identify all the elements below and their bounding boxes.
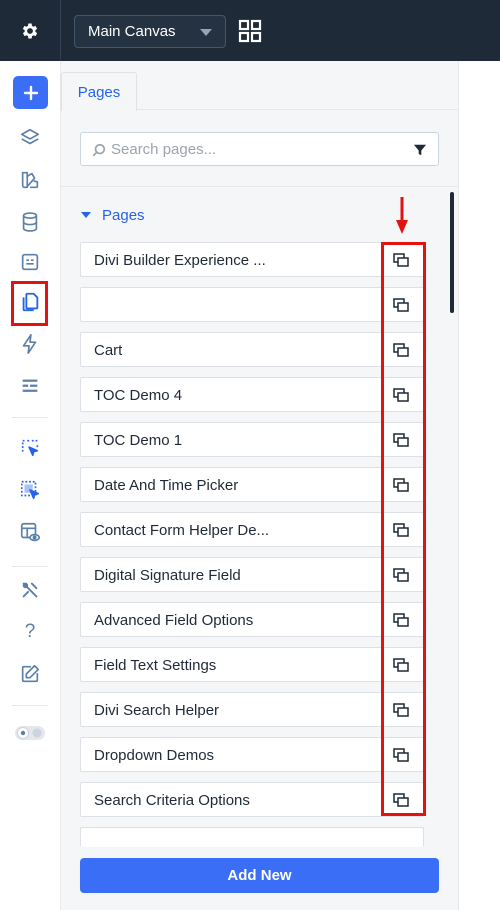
click-select-icon — [21, 439, 39, 457]
click-select-button[interactable] — [10, 431, 50, 465]
help-button[interactable]: ? — [10, 615, 50, 649]
form-button[interactable] — [10, 245, 50, 279]
canvas-select-label: Main Canvas — [88, 23, 176, 40]
tab-pages[interactable]: Pages — [61, 72, 137, 111]
page-row[interactable]: Advanced Field Options — [80, 602, 424, 637]
page-row[interactable]: TOC Demo 4 — [80, 377, 424, 412]
rail-divider — [12, 417, 48, 418]
preview-icon — [20, 522, 40, 542]
filter-icon[interactable] — [413, 143, 427, 157]
chevron-down-icon — [200, 29, 212, 36]
add-icon — [23, 85, 38, 100]
page-row[interactable]: Dropdown Demos — [80, 737, 424, 772]
add-new-button[interactable]: Add New — [80, 858, 439, 893]
page-row[interactable] — [80, 287, 424, 322]
rail-divider — [12, 566, 48, 567]
edit-button[interactable] — [10, 657, 50, 691]
page-row[interactable]: Cart — [80, 332, 424, 367]
form-icon — [21, 253, 39, 271]
rail-divider — [12, 705, 48, 706]
layers-button[interactable] — [10, 121, 50, 155]
page-title: Divi Search Helper — [94, 702, 220, 719]
page-title: Digital Signature Field — [94, 567, 241, 584]
toggle-icon — [15, 726, 45, 740]
page-title: TOC Demo 1 — [94, 432, 183, 449]
layers-icon — [20, 128, 40, 145]
database-button[interactable] — [10, 205, 50, 239]
page-title: Divi Builder Experience ... — [94, 252, 266, 269]
tools-icon — [22, 582, 38, 598]
lightning-icon — [22, 334, 37, 354]
dark-mode-toggle[interactable] — [10, 716, 50, 750]
page-title: Contact Form Helper De... — [94, 522, 270, 539]
search-input[interactable] — [111, 133, 401, 165]
theme-icon — [21, 171, 39, 189]
caret-down-icon — [81, 212, 91, 218]
rows-icon — [22, 379, 38, 392]
page-row[interactable]: Field Text Settings — [80, 647, 424, 682]
page-title: Cart — [94, 342, 123, 359]
tools-button[interactable] — [10, 573, 50, 607]
multi-select-button[interactable] — [10, 473, 50, 507]
page-row[interactable]: Contact Form Helper De... — [80, 512, 424, 547]
red-arrow-annotation — [396, 197, 408, 234]
database-icon — [22, 212, 38, 232]
page-row[interactable]: Divi Builder Experience ... — [80, 242, 424, 277]
panel-divider — [61, 186, 459, 187]
search-box — [80, 132, 439, 166]
search-icon — [92, 143, 106, 157]
help-icon: ? — [24, 621, 36, 642]
page-title: Dropdown Demos — [94, 747, 215, 764]
duplicate-column-highlight — [381, 242, 426, 816]
grid-view-button[interactable] — [238, 19, 262, 43]
page-row[interactable]: Date And Time Picker — [80, 467, 424, 502]
add-button[interactable] — [13, 76, 48, 109]
page-title: Search Criteria Options — [94, 792, 250, 809]
theme-button[interactable] — [10, 163, 50, 197]
page-row[interactable]: Search Criteria Options — [80, 782, 424, 817]
edit-icon — [21, 664, 40, 683]
left-rail: ? — [0, 61, 61, 910]
page-row[interactable]: Digital Signature Field — [80, 557, 424, 592]
rows-button[interactable] — [10, 369, 50, 403]
canvas-select[interactable]: Main Canvas — [74, 15, 226, 48]
page-title: Field Text Settings — [94, 657, 217, 674]
section-title: Pages — [102, 206, 145, 224]
settings-button[interactable] — [0, 0, 61, 61]
page-row[interactable]: TOC Demo 1 — [80, 422, 424, 457]
page-title: TOC Demo 4 — [94, 387, 183, 404]
page-row[interactable]: Divi Search Helper — [80, 692, 424, 727]
interactions-button[interactable] — [10, 327, 50, 361]
page-row[interactable] — [80, 827, 424, 847]
grid-icon — [238, 19, 262, 43]
click-select-active-icon — [20, 480, 40, 500]
scrollbar[interactable] — [450, 192, 454, 313]
panel-tab-bar: Pages — [61, 61, 459, 111]
pages-highlight-box — [11, 281, 48, 326]
gear-icon — [22, 23, 38, 38]
preview-button[interactable] — [10, 515, 50, 549]
page-title: Advanced Field Options — [94, 612, 254, 629]
top-bar: Main Canvas — [0, 0, 500, 61]
pages-section-toggle[interactable]: Pages — [81, 206, 145, 224]
page-title: Date And Time Picker — [94, 477, 239, 494]
